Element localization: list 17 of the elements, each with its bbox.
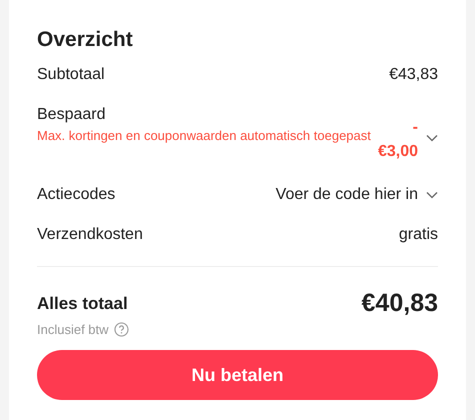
pay-button[interactable]: Nu betalen — [37, 350, 438, 400]
row-label: Subtotaal — [37, 66, 105, 84]
row-value: €43,83 — [389, 66, 438, 84]
row-value: gratis — [398, 226, 438, 244]
discount-value: - €3,00 — [378, 118, 418, 162]
summary-title: Overzicht — [37, 28, 134, 52]
vat-note: Inclusief btw — [37, 322, 109, 337]
chevron-icon[interactable] — [426, 134, 438, 142]
chevron-icon[interactable] — [426, 191, 438, 199]
total-value: €40,83 — [362, 289, 438, 318]
row-label: Verzendkosten — [37, 226, 143, 244]
row-label: Bespaard — [37, 106, 106, 124]
help-icon[interactable] — [114, 322, 129, 337]
total-label: Alles totaal — [37, 294, 128, 314]
discount-note: Max. kortingen en couponwaarden automatisch toegepast — [37, 127, 372, 145]
row-label: Actiecodes — [37, 186, 116, 204]
promo-code-dropdown[interactable]: Voer de code hier in — [276, 186, 418, 204]
